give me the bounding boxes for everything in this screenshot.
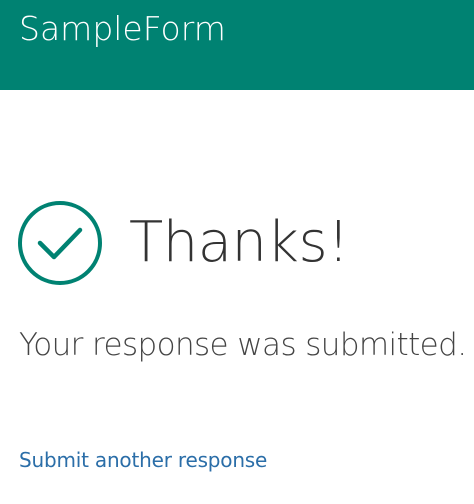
form-confirmation-page: SampleForm Thanks! Your response was sub… [0, 0, 474, 504]
confirmation-heading-row: Thanks! [17, 198, 350, 288]
app-header: SampleForm [0, 0, 474, 90]
form-title: SampleForm [19, 9, 226, 48]
submit-another-response-link[interactable]: Submit another response [19, 446, 267, 474]
checkmark-circle-icon [18, 201, 102, 285]
submission-message: Your response was submitted. [19, 327, 467, 363]
thanks-heading: Thanks! [129, 210, 350, 275]
